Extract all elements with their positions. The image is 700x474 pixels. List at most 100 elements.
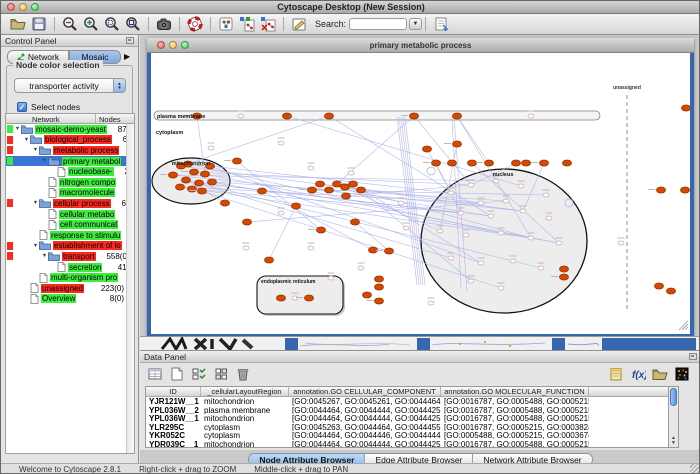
network-node-unselected[interactable] xyxy=(208,146,214,150)
network-node-unselected[interactable] xyxy=(528,114,534,118)
network-node-unselected[interactable] xyxy=(358,266,364,270)
tree-row-cellular-metabo[interactable]: cellular metabo209(0) xyxy=(6,209,126,220)
save-icon[interactable] xyxy=(30,16,48,33)
select-attributes-icon[interactable] xyxy=(190,365,208,383)
network-node-unselected[interactable] xyxy=(618,241,624,245)
network-node-selected[interactable] xyxy=(188,186,197,192)
table-vertical-scrollbar[interactable]: ▲▼ xyxy=(668,386,679,448)
color-attribute-combobox[interactable]: transporter activity ▲▼ xyxy=(14,78,126,93)
network-node-unselected[interactable] xyxy=(278,141,284,145)
network-node-selected[interactable] xyxy=(468,160,477,166)
network-node-unselected[interactable] xyxy=(448,256,454,260)
float-data-panel-icon[interactable] xyxy=(689,353,697,360)
network-node-selected[interactable] xyxy=(208,179,217,185)
network-node-unselected[interactable] xyxy=(328,276,334,280)
network-node-selected[interactable] xyxy=(655,283,664,289)
network-node-selected[interactable] xyxy=(325,187,334,193)
network-node-selected[interactable] xyxy=(325,113,334,119)
network-node-unselected[interactable] xyxy=(478,261,484,265)
network-node-selected[interactable] xyxy=(375,284,384,290)
network-node-selected[interactable] xyxy=(522,160,531,166)
network-node-selected[interactable] xyxy=(265,257,274,263)
network-node-selected[interactable] xyxy=(357,187,366,193)
disclosure-triangle-icon[interactable]: ▼ xyxy=(14,126,21,132)
network-node-selected[interactable] xyxy=(682,105,691,111)
tree-row-response-to-stimulu[interactable]: response to stimulu264(0) xyxy=(6,230,126,241)
network-node-unselected[interactable] xyxy=(518,184,524,188)
network-node-selected[interactable] xyxy=(432,160,441,166)
network-node-selected[interactable] xyxy=(657,187,666,193)
network-node-selected[interactable] xyxy=(317,227,326,233)
network-window-titlebar[interactable]: primary metabolic process xyxy=(147,38,694,53)
snapshot-camera-icon[interactable] xyxy=(155,16,173,33)
zoom-selected-icon[interactable] xyxy=(103,16,121,33)
notepad-icon[interactable] xyxy=(607,365,625,383)
unselect-attributes-icon[interactable] xyxy=(212,365,230,383)
tree-row-nitrogen-compo[interactable]: nitrogen compo209(0) xyxy=(6,177,126,188)
network-node-selected[interactable] xyxy=(448,160,457,166)
network-node-unselected[interactable] xyxy=(556,241,562,245)
network-node-selected[interactable] xyxy=(169,172,178,178)
tree-row-biological-process[interactable]: ▼biological_process651(0) xyxy=(6,135,126,146)
network-node-unselected[interactable] xyxy=(478,201,484,205)
network-node-selected[interactable] xyxy=(410,113,419,119)
network-node-unselected[interactable] xyxy=(437,229,443,233)
network-node-unselected[interactable] xyxy=(308,246,314,250)
network-node-selected[interactable] xyxy=(341,184,350,190)
tree-row-secretion[interactable]: secretion41(0) xyxy=(6,262,126,273)
help-lifesaver-icon[interactable] xyxy=(186,16,204,33)
network-node-selected[interactable] xyxy=(221,200,230,206)
network-node-selected[interactable] xyxy=(385,248,394,254)
network-node-unselected[interactable] xyxy=(543,193,549,197)
search-input[interactable] xyxy=(349,18,407,30)
zoom-in-icon[interactable] xyxy=(82,16,100,33)
table-row[interactable]: YPL036W__1mitochondrion[GO:0044464, GO:0… xyxy=(146,414,672,423)
tree-row-overview[interactable]: Overview8(0) xyxy=(6,294,126,305)
tree-header-network[interactable]: Network xyxy=(6,114,96,123)
network-node-selected[interactable] xyxy=(342,193,351,199)
search-options-dropdown[interactable]: ▼ xyxy=(409,18,422,30)
window-resize-grip[interactable] xyxy=(690,464,700,474)
network-node-selected[interactable] xyxy=(176,184,185,190)
network-node-unselected[interactable] xyxy=(546,216,552,220)
tree-row-multi-organism-pro[interactable]: multi-organism pro42(0) xyxy=(6,272,126,283)
network-node-selected[interactable] xyxy=(512,160,521,166)
network-node-unselected[interactable] xyxy=(278,211,284,215)
network-node-selected[interactable] xyxy=(277,295,286,301)
network-node-unselected[interactable] xyxy=(403,226,409,230)
annotation-icon[interactable] xyxy=(290,16,308,33)
tree-row-primary-metabol[interactable]: ▼primary metabol209(... xyxy=(6,156,126,167)
network-node-unselected[interactable] xyxy=(463,233,469,237)
column-header-1[interactable]: ID xyxy=(146,387,201,396)
tree-header-nodes[interactable]: Nodes xyxy=(96,114,134,123)
network-node-selected[interactable] xyxy=(667,288,676,294)
network-canvas[interactable]: plasma membrane cytoplasm mitochondrion … xyxy=(151,53,690,333)
network-node-unselected[interactable] xyxy=(243,246,249,250)
scrollbar-arrows-icon[interactable]: ▲▼ xyxy=(669,436,678,446)
background-windows-strip[interactable] xyxy=(140,336,700,350)
open-attributes-folder-icon[interactable] xyxy=(651,365,669,383)
network-node-unselected[interactable] xyxy=(308,166,314,170)
network-node-unselected[interactable] xyxy=(493,179,499,183)
column-header-3[interactable]: annotation.GO CELLULAR_COMPONENT xyxy=(289,387,441,396)
network-node-unselected[interactable] xyxy=(398,201,404,205)
network-node-selected[interactable] xyxy=(453,141,462,147)
network-node-selected[interactable] xyxy=(351,219,360,225)
tree-row-nucleobase-[interactable]: nucleobase-209(0) xyxy=(6,166,126,177)
network-node-selected[interactable] xyxy=(540,160,549,166)
network-node-selected[interactable] xyxy=(560,274,569,280)
vizmapper-icon[interactable] xyxy=(217,16,235,33)
table-row[interactable]: YKR052Ccytoplasm[GO:0044464, GO:0044446,… xyxy=(146,431,672,440)
network-node-selected[interactable] xyxy=(233,158,242,164)
disclosure-triangle-icon[interactable]: ▼ xyxy=(32,200,39,206)
network-node-selected[interactable] xyxy=(375,276,384,282)
network-node-selected[interactable] xyxy=(305,295,314,301)
tree-row-macromolecule[interactable]: macromolecule311(0) xyxy=(6,188,126,199)
disclosure-triangle-icon[interactable]: ▼ xyxy=(41,253,48,259)
scrollbar-thumb[interactable] xyxy=(670,388,677,406)
network-node-selected[interactable] xyxy=(195,180,204,186)
network-node-selected[interactable] xyxy=(485,160,494,166)
network-node-selected[interactable] xyxy=(292,203,301,209)
tab-overflow-arrow[interactable]: ▶ xyxy=(124,52,130,61)
network-node-selected[interactable] xyxy=(198,188,207,194)
